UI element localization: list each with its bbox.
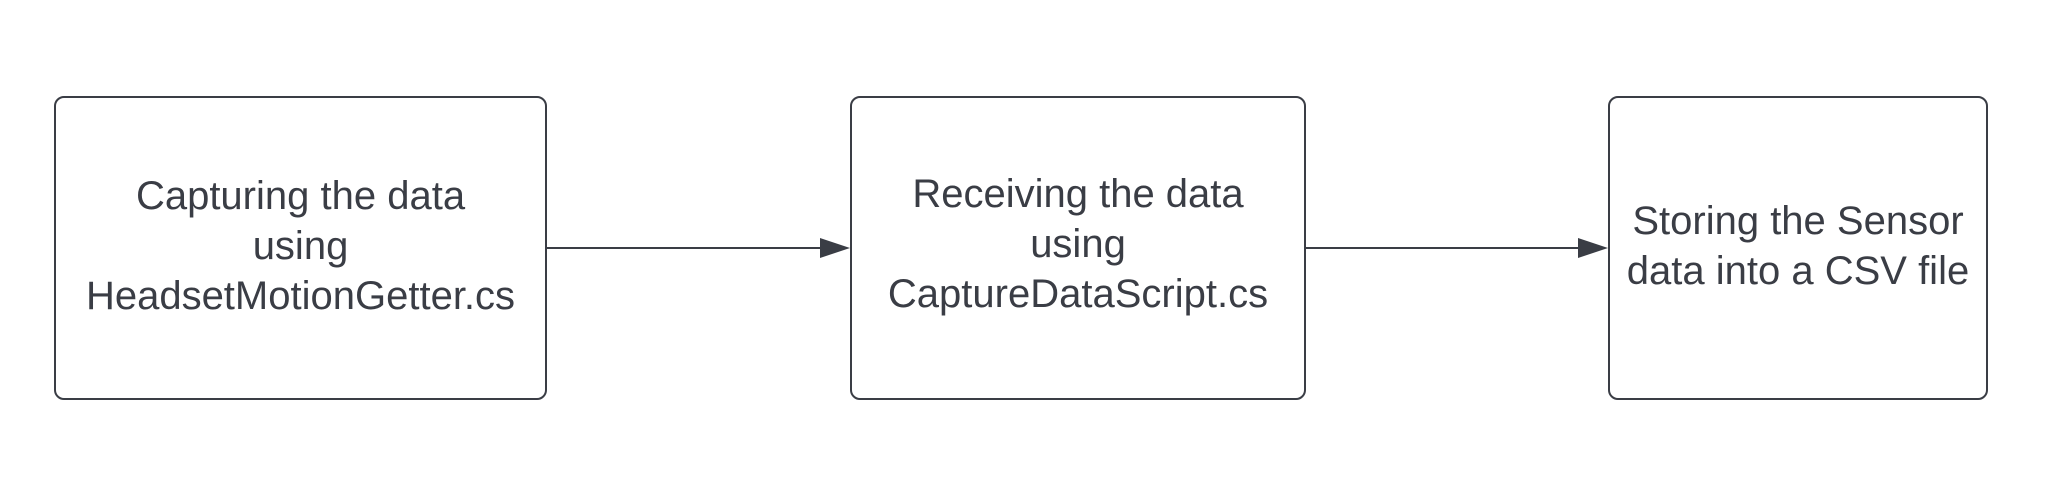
- node-capturing-data: Capturing the data using HeadsetMotionGe…: [54, 96, 547, 400]
- node-label-line: CaptureDataScript.cs: [887, 272, 1269, 316]
- arrow-receive-to-store: [1306, 238, 1608, 258]
- flow-diagram: Capturing the data using HeadsetMotionGe…: [0, 0, 2051, 497]
- node-label-line: Storing the Sensor: [1632, 199, 1964, 243]
- node-label-line: data into a CSV file: [1626, 249, 1970, 293]
- node-storing-data: Storing the Sensor data into a CSV file: [1608, 96, 1988, 400]
- node-label-line: using: [252, 224, 349, 268]
- node-label-line: using: [1030, 222, 1126, 266]
- arrow-capture-to-receive: [547, 238, 850, 258]
- node-receiving-data: Receiving the data using CaptureDataScri…: [850, 96, 1306, 400]
- node-label-line: Receiving the data: [912, 172, 1244, 216]
- node-label-line: HeadsetMotionGetter.cs: [85, 274, 516, 318]
- node-label-line: Capturing the data: [135, 174, 466, 218]
